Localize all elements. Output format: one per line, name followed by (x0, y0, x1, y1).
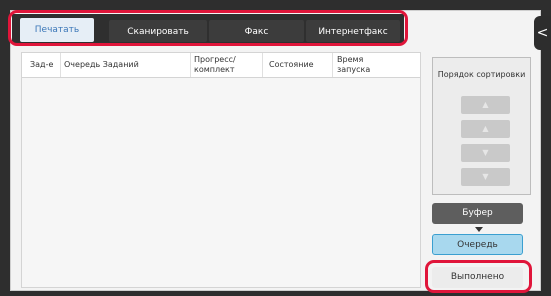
column-divider (60, 53, 61, 77)
sort-down-button[interactable]: ▼ (461, 144, 510, 162)
tab-print[interactable]: Печатать (20, 18, 94, 42)
completed-button[interactable]: Выполнено (432, 267, 523, 288)
sort-up-button[interactable]: ▲ (461, 120, 510, 138)
column-divider (190, 53, 191, 77)
queue-button[interactable]: Очередь (432, 234, 523, 255)
column-divider (332, 53, 333, 77)
double-up-arrow-icon: ▲ (482, 100, 489, 109)
down-arrow-icon: ▼ (482, 148, 489, 157)
double-down-arrow-icon: ▼ (482, 172, 489, 181)
header-start-time[interactable]: Время запуска (337, 53, 397, 77)
sort-order-panel: Порядок сортировки ▲ ▲ ▼ ▼ (432, 57, 531, 195)
sort-order-title: Порядок сортировки (437, 70, 526, 79)
buffer-button[interactable]: Буфер (432, 203, 523, 224)
mode-tab-bar: Печатать Сканировать Факс Интернетфакс (12, 14, 404, 44)
side-panel-toggle[interactable]: < (534, 16, 551, 50)
header-progress[interactable]: Прогресс/ комплект (194, 53, 256, 77)
chevron-left-icon: < (536, 25, 549, 41)
buffer-queue-connector-arrow (475, 227, 483, 232)
sort-last-button[interactable]: ▼ (461, 168, 510, 186)
tab-fax[interactable]: Факс (209, 20, 304, 42)
job-queue-table: Зад-е Очередь Заданий Прогресс/ комплект… (21, 52, 421, 288)
up-arrow-icon: ▲ (482, 124, 489, 133)
column-divider (262, 53, 263, 77)
sort-first-button[interactable]: ▲ (461, 96, 510, 114)
header-priority[interactable]: Зад-е (30, 53, 60, 77)
tab-scan[interactable]: Сканировать (109, 20, 207, 42)
header-status[interactable]: Состояние (269, 53, 329, 77)
tab-internet-fax[interactable]: Интернетфакс (306, 20, 400, 42)
table-body-empty (22, 78, 420, 287)
table-header: Зад-е Очередь Заданий Прогресс/ комплект… (22, 53, 420, 78)
header-job-queue[interactable]: Очередь Заданий (64, 53, 184, 77)
